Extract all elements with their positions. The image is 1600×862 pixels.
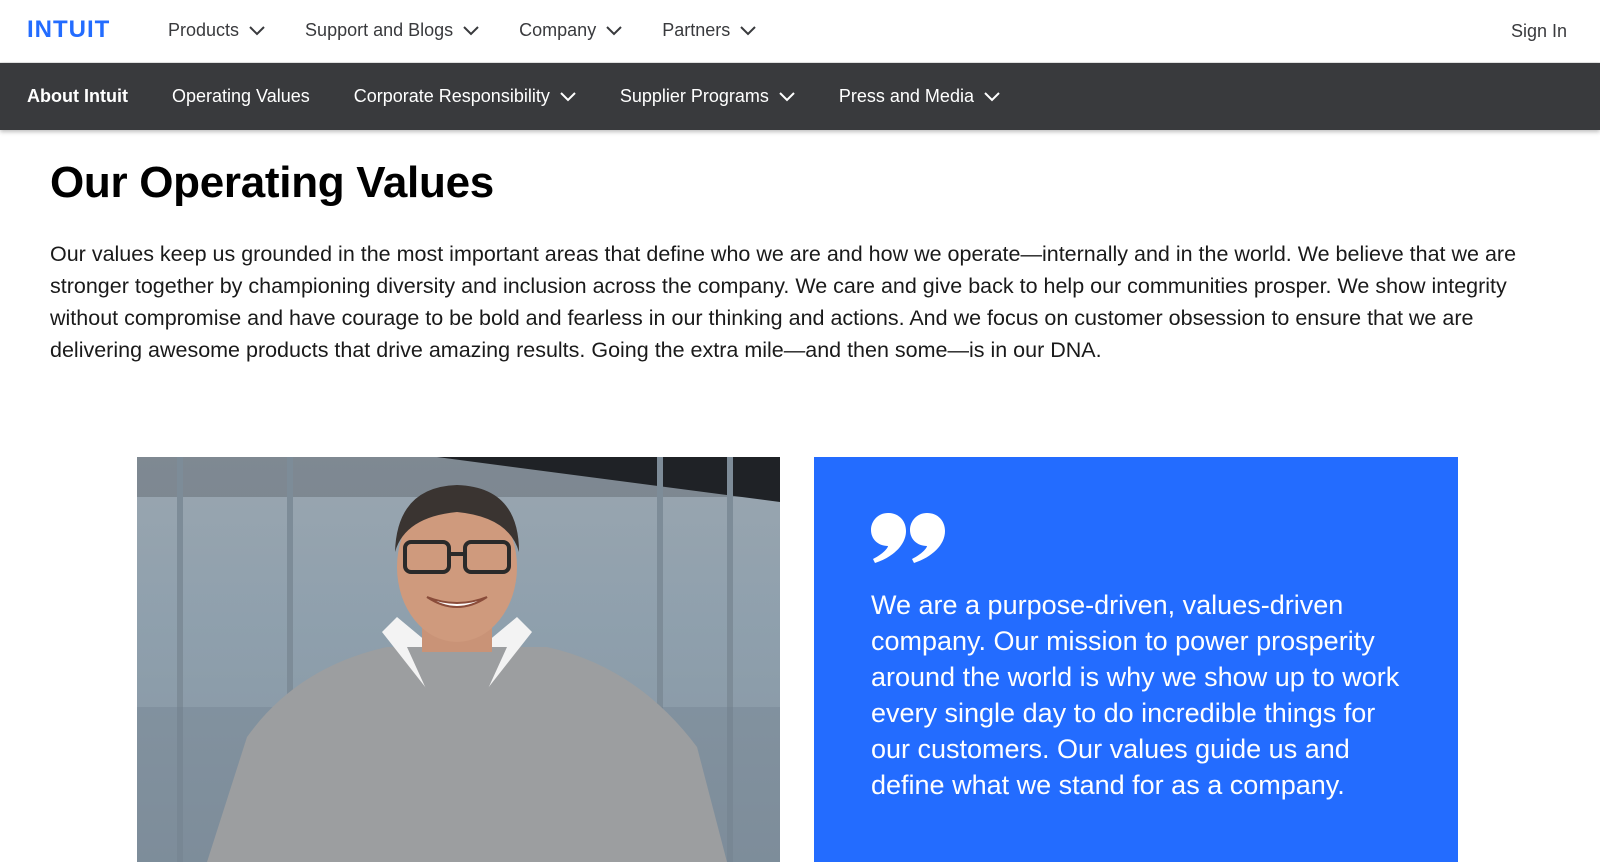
chevron-down-icon bbox=[463, 25, 479, 35]
subnav-label: Press and Media bbox=[838, 86, 974, 106]
top-menu: Products Support and Blogs Company Partn… bbox=[168, 20, 796, 41]
subnav-label: Corporate Responsibility bbox=[353, 86, 550, 106]
menu-label: Company bbox=[519, 20, 597, 40]
subnav-item-supplier-programs[interactable]: Supplier Programs bbox=[620, 86, 795, 107]
subnav-label: Supplier Programs bbox=[619, 86, 769, 106]
menu-label: Support and Blogs bbox=[305, 20, 454, 40]
menu-products[interactable]: Products bbox=[168, 20, 265, 41]
quote-card: We are a purpose-driven, values-driven c… bbox=[814, 457, 1458, 862]
sign-in-link[interactable]: Sign In bbox=[1511, 21, 1567, 42]
secondary-navigation: About Intuit Operating Values Corporate … bbox=[0, 63, 1600, 130]
menu-partners[interactable]: Partners bbox=[662, 20, 756, 41]
quote-mark-icon bbox=[871, 513, 945, 563]
menu-support-and-blogs[interactable]: Support and Blogs bbox=[305, 20, 479, 41]
intro-paragraph: Our values keep us grounded in the most … bbox=[50, 242, 1517, 362]
subnav-item-corporate-responsibility[interactable]: Corporate Responsibility bbox=[354, 86, 576, 107]
subnav-item-operating-values[interactable]: Operating Values bbox=[172, 86, 310, 107]
quote-text: We are a purpose-driven, values-driven c… bbox=[871, 590, 1400, 800]
chevron-down-icon bbox=[606, 25, 622, 35]
intuit-logo[interactable]: INTUIT bbox=[27, 17, 123, 39]
subnav-label: About Intuit bbox=[27, 86, 128, 106]
top-navigation: INTUIT Products Support and Blogs Compan… bbox=[0, 0, 1600, 63]
chevron-down-icon bbox=[984, 91, 1000, 101]
chevron-down-icon bbox=[560, 91, 576, 101]
chevron-down-icon bbox=[779, 91, 795, 101]
subnav-label: Operating Values bbox=[171, 86, 310, 106]
menu-company[interactable]: Company bbox=[519, 20, 622, 41]
menu-label: Products bbox=[168, 20, 240, 40]
person-photo bbox=[137, 457, 780, 862]
subnav-item-about-intuit[interactable]: About Intuit bbox=[27, 86, 128, 107]
page-title: Our Operating Values bbox=[50, 158, 494, 207]
svg-text:INTUIT: INTUIT bbox=[27, 17, 110, 39]
chevron-down-icon bbox=[249, 25, 265, 35]
subnav-item-press-and-media[interactable]: Press and Media bbox=[839, 86, 1000, 107]
chevron-down-icon bbox=[740, 25, 756, 35]
subnav-items: About Intuit Operating Values Corporate … bbox=[27, 63, 1044, 130]
menu-label: Partners bbox=[662, 20, 731, 40]
person-photo-illustration bbox=[137, 457, 780, 862]
